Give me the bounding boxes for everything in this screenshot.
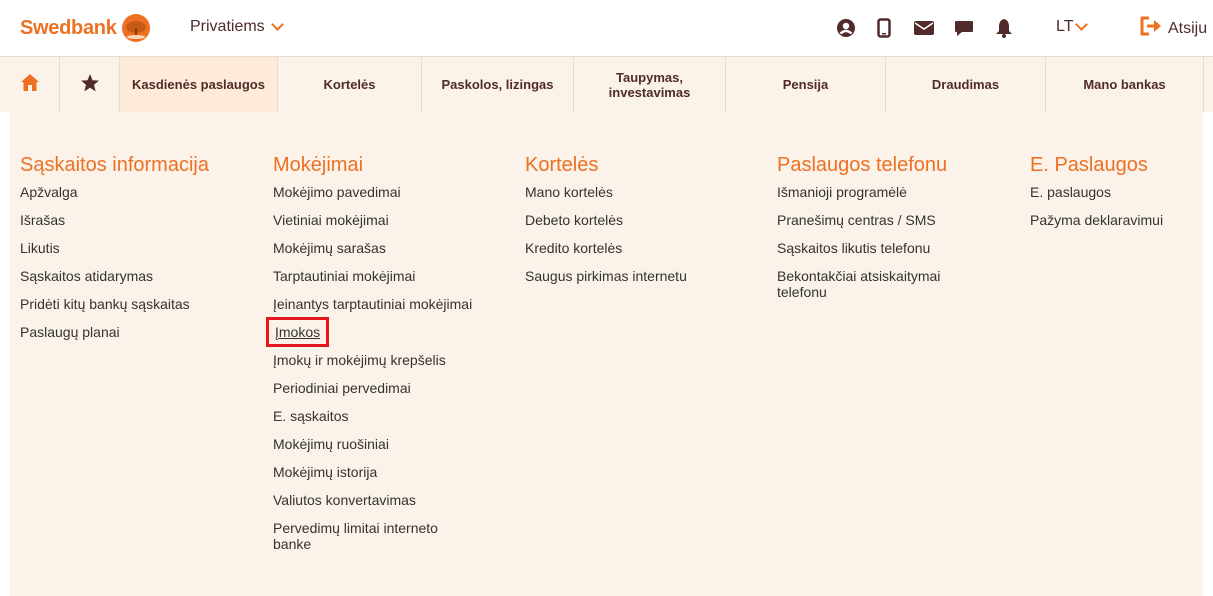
logo-text: Swedbank <box>20 16 117 39</box>
menu-item[interactable]: Valiutos konvertavimas <box>273 492 478 508</box>
nav-kasdienes-paslaugos[interactable]: Kasdienės paslaugos <box>120 57 278 112</box>
menu-item[interactable]: Mano kortelės <box>525 184 755 200</box>
logout-icon <box>1140 16 1164 41</box>
menu-item[interactable]: Pažyma deklaravimui <box>1030 212 1200 228</box>
nav-favorites[interactable] <box>60 57 120 112</box>
menu-item[interactable]: Mokėjimo pavedimai <box>273 184 478 200</box>
chevron-down-icon <box>1075 18 1089 31</box>
segment-selector[interactable]: Privatiems <box>190 18 284 36</box>
logout-button[interactable]: Atsiju <box>1140 16 1207 41</box>
bell-icon[interactable] <box>992 16 1016 40</box>
menu-item[interactable]: Bekontakčiai atsiskaitymai telefonu <box>777 268 982 300</box>
nav-draudimas[interactable]: Draudimas <box>886 57 1046 112</box>
menu-item[interactable]: Apžvalga <box>20 184 260 200</box>
home-icon <box>20 73 40 96</box>
menu-column-saskaitos-informacija: Sąskaitos informacija Apžvalga Išrašas L… <box>20 152 260 352</box>
menu-column-korteles: Kortelės Mano kortelės Debeto kortelės K… <box>525 152 755 296</box>
language-label: LT <box>1056 18 1074 35</box>
menu-item[interactable]: Periodiniai pervedimai <box>273 380 478 396</box>
language-selector[interactable]: LT <box>1056 18 1089 36</box>
nav-korteles[interactable]: Kortelės <box>278 57 422 112</box>
menu-column-e-paslaugos: E. Paslaugos E. paslaugos Pažyma deklara… <box>1030 152 1200 240</box>
star-icon <box>80 73 100 96</box>
menu-item[interactable]: Išmanioji programėlė <box>777 184 982 200</box>
menu-item[interactable]: Debeto kortelės <box>525 212 755 228</box>
menu-item[interactable]: E. paslaugos <box>1030 184 1200 200</box>
logout-label: Atsiju <box>1168 19 1208 37</box>
mobile-icon[interactable] <box>872 16 896 40</box>
mail-icon[interactable] <box>912 16 936 40</box>
segment-label: Privatiems <box>190 18 265 35</box>
chat-icon[interactable] <box>952 16 976 40</box>
menu-item[interactable]: Mokėjimų istorija <box>273 464 478 480</box>
menu-column-paslaugos-telefonu: Paslaugos telefonu Išmanioji programėlė … <box>777 152 982 312</box>
menu-item[interactable]: Paslaugų planai <box>20 324 260 340</box>
menu-item[interactable]: Tarptautiniai mokėjimai <box>273 268 478 284</box>
swedbank-logo[interactable]: Swedbank <box>20 10 151 46</box>
mega-menu-panel: Sąskaitos informacija Apžvalga Išrašas L… <box>10 112 1203 596</box>
menu-item[interactable]: Kredito kortelės <box>525 240 755 256</box>
nav-taupymas-investavimas[interactable]: Taupymas, investavimas <box>574 57 726 112</box>
menu-item[interactable]: Pridėti kitų bankų sąskaitas <box>20 296 260 312</box>
menu-item[interactable]: Pervedimų limitai interneto banke <box>273 520 478 552</box>
column-title: Sąskaitos informacija <box>20 154 209 176</box>
menu-item[interactable]: Mokėjimų ruošiniai <box>273 436 478 452</box>
nav-mano-bankas[interactable]: Mano bankas <box>1046 57 1204 112</box>
menu-item[interactable]: E. sąskaitos <box>273 408 478 424</box>
menu-item[interactable]: Išrašas <box>20 212 260 228</box>
menu-column-mokejimai: Mokėjimai Mokėjimo pavedimai Vietiniai m… <box>265 152 478 564</box>
user-icon[interactable] <box>834 16 858 40</box>
main-navigation: Kasdienės paslaugos Kortelės Paskolos, l… <box>0 56 1213 112</box>
nav-pensija[interactable]: Pensija <box>726 57 886 112</box>
column-title: Kortelės <box>525 154 599 176</box>
column-title: Mokėjimai <box>273 154 364 176</box>
menu-item[interactable]: Įmokų ir mokėjimų krepšelis <box>273 352 478 368</box>
nav-paskolos-lizingas[interactable]: Paskolos, lizingas <box>422 57 574 112</box>
chevron-down-icon <box>270 18 284 31</box>
nav-home[interactable] <box>0 57 60 112</box>
menu-item[interactable]: Sąskaitos likutis telefonu <box>777 240 982 256</box>
menu-item[interactable]: Pranešimų centras / SMS <box>777 212 982 228</box>
oak-tree-logo-icon <box>121 13 151 43</box>
menu-item[interactable]: Saugus pirkimas internetu <box>525 268 755 284</box>
top-bar: Swedbank Privatiems LT Atsiju <box>0 0 1213 56</box>
column-title: E. Paslaugos <box>1030 154 1148 176</box>
column-title: Paslaugos telefonu <box>777 154 948 176</box>
menu-item[interactable]: Mokėjimų sarašas <box>273 240 478 256</box>
menu-item-imokos-highlighted[interactable]: Įmokos <box>265 317 478 347</box>
menu-item[interactable]: Įeinantys tarptautiniai mokėjimai <box>273 296 478 312</box>
menu-item[interactable]: Sąskaitos atidarymas <box>20 268 260 284</box>
menu-item[interactable]: Likutis <box>20 240 260 256</box>
menu-item[interactable]: Vietiniai mokėjimai <box>273 212 478 228</box>
